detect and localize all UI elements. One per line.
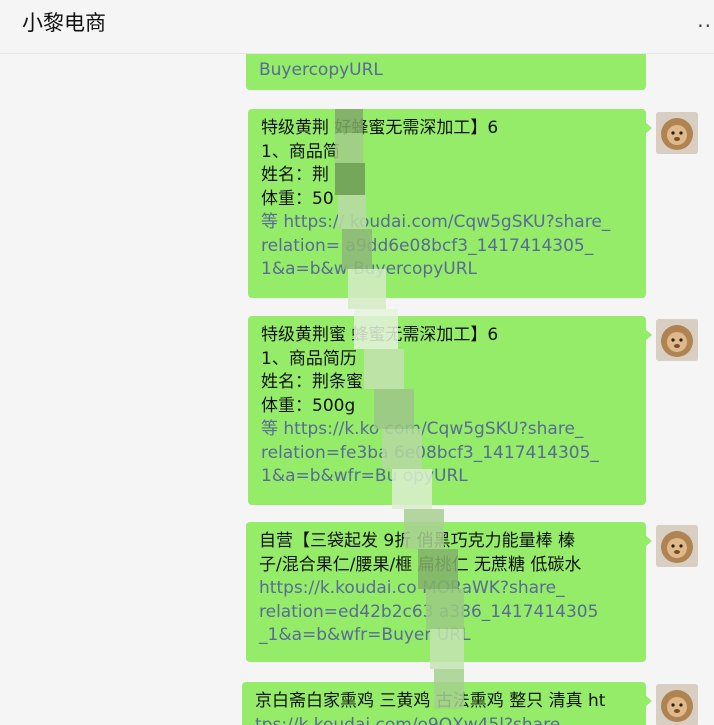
message-line: BuyercopyURL [259,60,383,80]
lion-avatar-icon [656,525,698,567]
message-line: 姓名：荆条蜜 [261,372,363,392]
message-link-line[interactable]: 等 https://k.ko com/Cqw5gSKU?share_ [261,418,634,442]
message-link-line[interactable]: 1&a=b&wfr=Bu opyURL [261,465,634,489]
message-line: 1、商品简 [261,141,340,162]
message-link-line[interactable]: 等 https:// koudai.com/Cqw5gSKU?share_ [261,211,634,235]
message-link-line[interactable]: relation= a9dd6e08bcf3_1417414305_ [261,235,634,259]
message-link-line[interactable]: relation=ed42b2c63 a386_1417414305 [259,601,634,625]
lion-avatar-icon [656,112,698,154]
message-bubble[interactable]: 特级黄荆 好蜂蜜无需深加工】6 1、商品简 姓名：荆 体重：50 等 https… [248,109,652,298]
message-bubble[interactable]: 京白斋白家熏鸡 三黄鸡 古法熏鸡 整只 清真 ht tps://k.koudai… [242,682,652,725]
avatar[interactable] [656,112,698,154]
lion-avatar-icon [656,319,698,361]
chat-title: 小黎电商 [22,11,106,35]
avatar[interactable] [656,684,698,725]
message-line: 子/混合果仁/腰果/榧 扁桃仁 无蔗糖 低碳水 [259,554,582,575]
avatar[interactable] [656,525,698,567]
message-link-line[interactable]: tps://k.koudai.com/o9QXw45l?share_ [255,714,634,725]
message-list[interactable]: BuyercopyURL 特级黄荆 好蜂蜜无需深加工】6 1、商品简 姓名：荆 … [0,54,714,725]
message-line: 体重：50 [261,188,334,209]
avatar[interactable] [656,319,698,361]
chat-header: 小黎电商 ·· [0,0,714,54]
message-link-line[interactable]: _1&a=b&wfr=Buyer URL [259,624,634,648]
message-line: 特级黄荆蜜 蜂蜜无需深加工】6 [261,325,499,345]
message-line: 1、商品简历 [261,348,357,369]
more-options-icon[interactable]: ·· [697,14,712,38]
message-line: 体重：500g [261,395,356,416]
message-bubble[interactable]: BuyercopyURL [246,54,646,90]
message-line: 姓名：荆 [261,165,329,185]
message-bubble[interactable]: 自营【三袋起发 9折 俏黑巧克力能量棒 榛 子/混合果仁/腰果/榧 扁桃仁 无蔗… [246,522,652,662]
message-line: 自营【三袋起发 9折 俏黑巧克力能量棒 榛 [259,531,576,551]
lion-avatar-icon [656,684,698,725]
message-line: 京白斋白家熏鸡 三黄鸡 古法熏鸡 整只 清真 ht [255,691,606,711]
message-bubble[interactable]: 特级黄荆蜜 蜂蜜无需深加工】6 1、商品简历 姓名：荆条蜜 体重：500g 等 … [248,316,652,505]
message-link-line[interactable]: 1&a=b&w BuyercopyURL [261,258,634,282]
message-link-line[interactable]: https://k.koudai.co MORaWK?share_ [259,577,634,601]
message-link-line[interactable]: relation=fe3ba 6e08bcf3_1417414305_ [261,442,634,466]
message-line: 特级黄荆 好蜂蜜无需深加工】6 [261,118,499,138]
